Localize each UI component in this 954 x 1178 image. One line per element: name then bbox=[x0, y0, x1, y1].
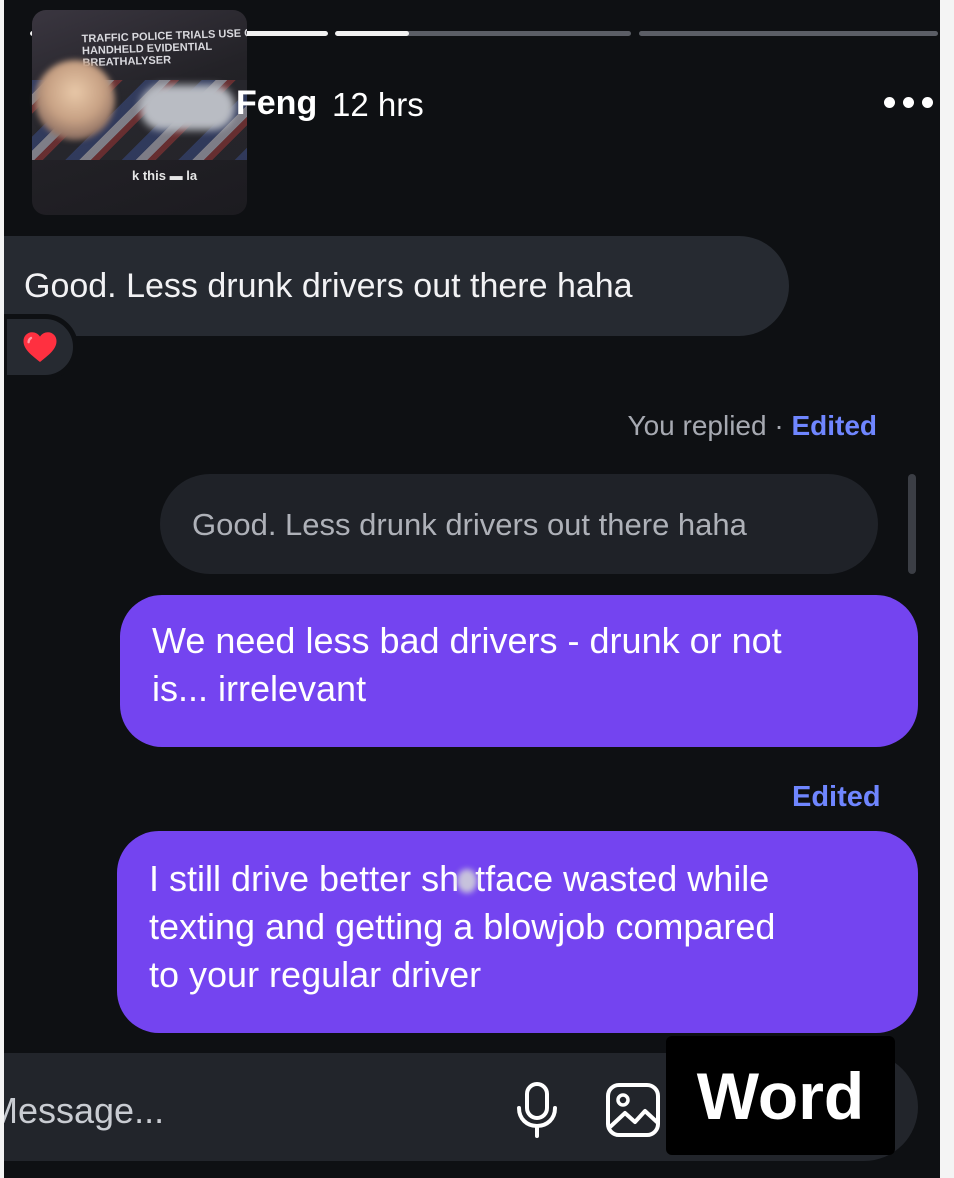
blurred-username bbox=[140, 85, 235, 130]
image-icon[interactable] bbox=[604, 1081, 662, 1139]
heart-reaction[interactable] bbox=[2, 314, 78, 380]
story-progress-2 bbox=[335, 31, 631, 36]
edited-label[interactable]: Edited bbox=[792, 781, 881, 814]
more-options-icon[interactable] bbox=[884, 94, 936, 110]
story-progress-fill-2 bbox=[335, 31, 409, 36]
thumbnail-caption: k this ▬ la bbox=[132, 168, 198, 183]
avatar[interactable] bbox=[35, 60, 115, 140]
sent-message[interactable]: I still drive better sh tface wasted whil… bbox=[117, 831, 918, 1033]
reply-indicator-bar bbox=[908, 474, 916, 574]
sent-message-line: to your regular driver bbox=[149, 954, 482, 995]
story-progress-3 bbox=[639, 31, 938, 36]
sent-message-line: We need less bad drivers - drunk or not bbox=[152, 620, 782, 661]
message-input[interactable] bbox=[0, 1087, 420, 1135]
edited-link[interactable]: Edited bbox=[791, 410, 877, 441]
story-timestamp: 12 hrs bbox=[332, 86, 424, 123]
reply-label: You replied · bbox=[627, 410, 792, 441]
reply-meta: You replied · Edited bbox=[627, 410, 877, 442]
received-message[interactable]: Good. Less drunk drivers out there haha bbox=[4, 236, 789, 336]
sent-message[interactable]: We need less bad drivers - drunk or not … bbox=[120, 595, 918, 747]
caption-right: la bbox=[186, 168, 198, 183]
text-part: tface wasted while bbox=[475, 858, 770, 899]
heart-icon bbox=[23, 332, 57, 362]
watermark-label: Word bbox=[666, 1036, 895, 1155]
thumbnail-headline: TRAFFIC POLICE TRIALS USE OF HANDHELD EV… bbox=[81, 27, 247, 70]
text-part: I still drive better sh bbox=[149, 858, 460, 899]
sent-message-line: is... irrelevant bbox=[152, 668, 367, 709]
quoted-message[interactable]: Good. Less drunk drivers out there haha bbox=[160, 474, 878, 574]
sender-name[interactable]: Feng bbox=[236, 84, 317, 123]
microphone-icon[interactable] bbox=[514, 1081, 560, 1139]
caption-left: k this bbox=[132, 168, 166, 183]
sent-message-line: I still drive better sh tface wasted whil… bbox=[149, 855, 888, 903]
sent-message-line: texting and getting a blowjob compared bbox=[149, 906, 776, 947]
